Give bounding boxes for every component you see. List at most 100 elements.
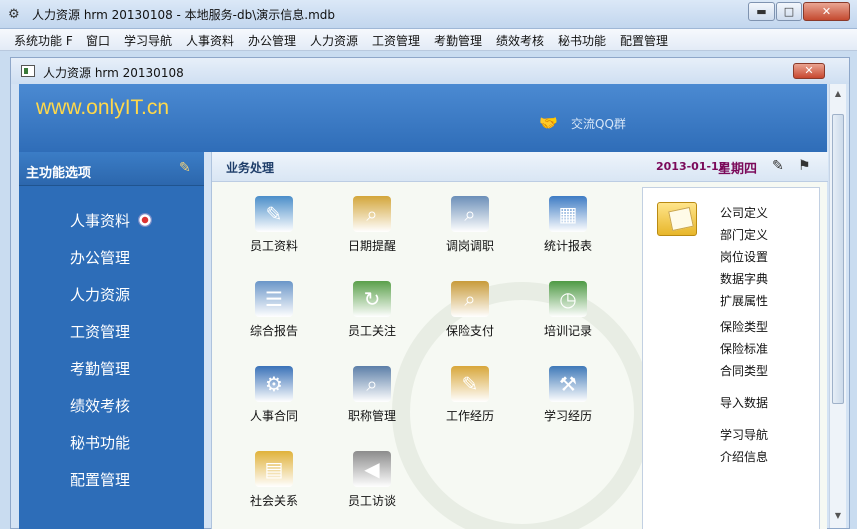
calendar-search-icon[interactable]: ⌕ [353,196,391,232]
sidebar-item-personnel[interactable]: 人事资料 [70,210,153,231]
sidebar-item-office[interactable]: 办公管理 [70,247,130,268]
menu-office[interactable]: 办公管理 [248,32,296,49]
quick-links-panel: 公司定义部门定义岗位设置数据字典扩展属性保险类型保险标准合同类型导入数据学习导航… [642,187,820,529]
menu-window[interactable]: 窗口 [86,32,110,49]
quick-link[interactable]: 扩展属性 [720,292,768,309]
function-tile[interactable]: ⚙ 人事合同 [234,366,314,446]
handshake-icon[interactable]: 🤝 [539,114,558,132]
quick-link[interactable]: 保险类型 [720,318,768,335]
menu-secretary[interactable]: 秘书功能 [558,32,606,49]
vertical-scrollbar[interactable]: ▲ ▼ [829,84,846,528]
work-title: 业务处理 [226,161,275,175]
menu-hr[interactable]: 人力资源 [310,32,358,49]
icon-glyph: ⚒ [559,372,577,396]
function-tile[interactable]: ✎ 员工资料 [234,196,314,276]
sidebar-item-label: 配置管理 [70,471,131,489]
function-tile[interactable]: ⌕ 职称管理 [332,366,412,446]
quick-link[interactable]: 部门定义 [720,226,768,243]
report-icon[interactable]: ☰ [255,281,293,317]
maximize-button[interactable]: □ [776,2,802,21]
child-window-title: 人力资源 hrm 20130108 [43,66,184,80]
function-tile[interactable]: ⚒ 学习经历 [528,366,608,446]
insurance-icon[interactable]: ⌕ [451,281,489,317]
quick-link[interactable]: 公司定义 [720,204,768,221]
close-button[interactable]: ✕ [803,2,850,21]
work-header: 业务处理 2013-01-17 星期四 ✎ ⚑ [212,152,828,182]
sidebar-item-label: 工资管理 [70,323,131,341]
megaphone-icon[interactable]: ◀ [353,451,391,487]
icon-glyph: ◀ [364,457,380,481]
title-bar: ⚙ 人力资源 hrm 20130108 - 本地服务-db\演示信息.mdb ▬… [0,0,857,29]
quick-link[interactable]: 数据字典 [720,270,768,287]
icon-glyph: ↻ [363,287,381,311]
scroll-down-icon[interactable]: ▼ [830,508,846,524]
function-tile[interactable]: ▦ 统计报表 [528,196,608,276]
current-weekday: 星期四 [718,162,758,177]
menu-salary[interactable]: 工资管理 [372,32,420,49]
current-date: 2013-01-17 [656,160,727,173]
menu-system[interactable]: 系统功能 F [14,32,73,49]
icon-glyph: ⌕ [366,202,378,226]
function-tile[interactable]: ↻ 员工关注 [332,281,412,361]
quick-link[interactable]: 岗位设置 [720,248,768,265]
function-tile[interactable]: ⌕ 日期提醒 [332,196,412,276]
refresh-doc-icon[interactable]: ↻ [353,281,391,317]
scroll-up-icon[interactable]: ▲ [830,86,846,102]
sidebar-item-attendance[interactable]: 考勤管理 [70,358,130,379]
menu-bar: 系统功能 F 窗口 学习导航 人事资料 办公管理 人力资源 工资管理 考勤管理 … [0,29,857,51]
function-tile[interactable]: ⌕ 调岗调职 [430,196,510,276]
quick-link[interactable]: 导入数据 [720,394,768,411]
icon-glyph: ⚙ [265,372,283,396]
function-tile-label: 社会关系 [249,494,298,508]
sidebar-item-hr[interactable]: 人力资源 [70,284,130,305]
sidebar-title: 主功能选项 [26,166,92,181]
folders-icon[interactable]: ▤ [255,451,293,487]
menu-performance[interactable]: 绩效考核 [496,32,544,49]
screen-search-icon[interactable]: ⌕ [353,366,391,402]
banner: www.onlyIT.cn 🤝 交流QQ群 [19,84,827,152]
function-tile[interactable]: ✎ 工作经历 [430,366,510,446]
function-tile-label: 日期提醒 [347,239,396,253]
menu-config[interactable]: 配置管理 [620,32,668,49]
function-tile[interactable]: ◷ 培训记录 [528,281,608,361]
function-tile-label: 保险支付 [445,324,494,338]
calculator-icon[interactable]: ▦ [549,196,587,232]
magnifier-icon[interactable]: ⌕ [451,196,489,232]
function-tile-label: 员工资料 [249,239,298,253]
function-tile[interactable]: ⌕ 保险支付 [430,281,510,361]
gavel-icon[interactable]: ⚒ [549,366,587,402]
edit-list-icon[interactable]: ✎ [255,196,293,232]
function-tile-label: 学习经历 [543,409,592,423]
sidebar-item-secretary[interactable]: 秘书功能 [70,432,130,453]
scroll-thumb[interactable] [832,114,844,404]
quick-link[interactable]: 学习导航 [720,426,768,443]
sidebar-item-config[interactable]: 配置管理 [70,469,130,490]
sidebar-item-performance[interactable]: 绩效考核 [70,395,130,416]
clock-icon[interactable]: ◷ [549,281,587,317]
function-tile[interactable]: ◀ 员工访谈 [332,451,412,529]
gear-refresh-icon[interactable]: ⚙ [255,366,293,402]
minimize-button[interactable]: ▬ [748,2,775,21]
sidebar-item-label: 秘书功能 [70,434,131,452]
function-tile[interactable]: ☰ 综合报告 [234,281,314,361]
qq-group-link[interactable]: 交流QQ群 [571,115,626,132]
sidebar-item-salary[interactable]: 工资管理 [70,321,130,342]
icon-glyph: ⌕ [464,202,476,226]
function-tile-label: 员工访谈 [347,494,396,508]
function-tile-label: 综合报告 [249,324,298,338]
folder-doc-icon[interactable]: ✎ [451,366,489,402]
magic-wand-icon[interactable]: ✎ [772,158,784,174]
function-tile-label: 统计报表 [543,239,592,253]
tree-icon[interactable]: ⚑ [798,158,811,174]
menu-attendance[interactable]: 考勤管理 [434,32,482,49]
function-tile[interactable]: ▤ 社会关系 [234,451,314,529]
quick-link[interactable]: 合同类型 [720,362,768,379]
sidebar: 主功能选项 ✎ 人事资料 办公管理 人力资源 工资管理 考勤管理 绩效考核 秘书… [19,152,204,529]
pin-icon[interactable]: ✎ [179,160,191,176]
child-close-button[interactable]: ✕ [793,63,825,79]
menu-learning-guide[interactable]: 学习导航 [124,32,172,49]
quick-link[interactable]: 保险标准 [720,340,768,357]
menu-personnel[interactable]: 人事资料 [186,32,234,49]
folder-icon [657,202,697,236]
quick-link[interactable]: 介绍信息 [720,448,768,465]
